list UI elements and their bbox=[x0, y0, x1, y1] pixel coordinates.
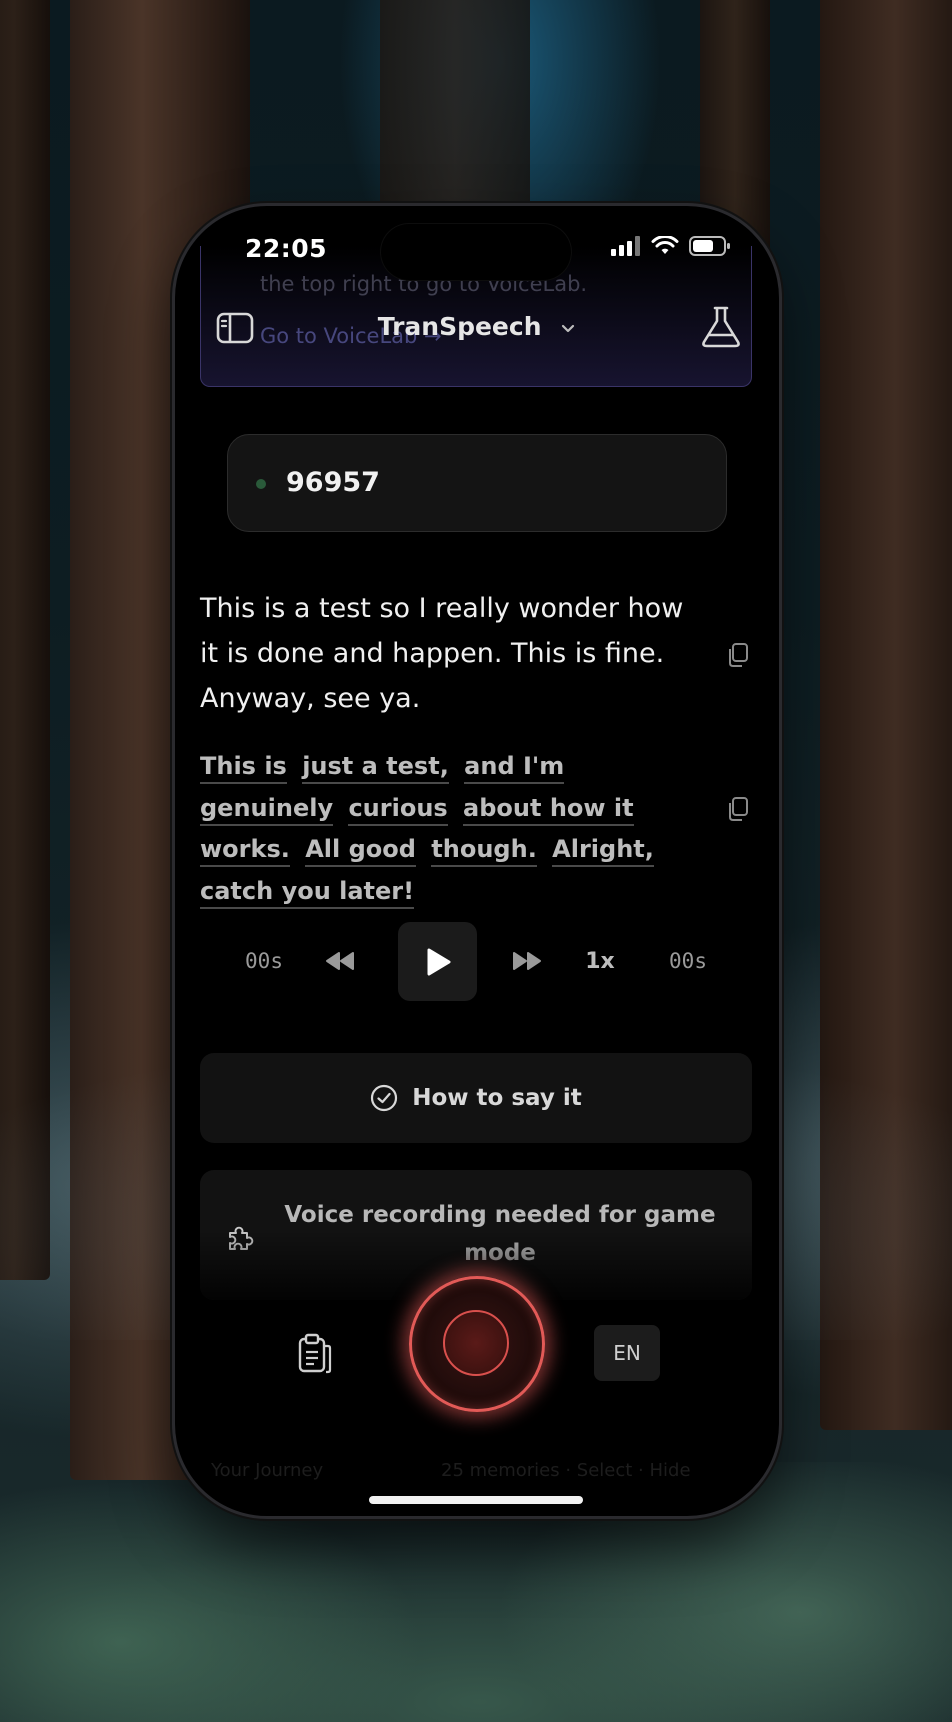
how-to-say-label: How to say it bbox=[412, 1085, 582, 1111]
translation-phrase[interactable]: just a test, bbox=[302, 752, 449, 784]
top-navigation: TranSpeech bbox=[175, 296, 779, 368]
app-title-dropdown[interactable]: TranSpeech bbox=[175, 312, 779, 341]
language-selector[interactable]: EN bbox=[594, 1325, 660, 1381]
how-to-say-button[interactable]: How to say it bbox=[200, 1053, 752, 1143]
copy-icon[interactable] bbox=[727, 796, 749, 822]
flask-icon[interactable] bbox=[699, 304, 743, 350]
translation-phrase[interactable]: This is bbox=[200, 752, 287, 784]
chevron-down-icon bbox=[562, 324, 575, 333]
playback-speed-button[interactable]: 1x bbox=[575, 921, 625, 1001]
translated-transcript: This is just a test, and I'm genuinely c… bbox=[200, 746, 670, 912]
rewind-button[interactable] bbox=[320, 921, 360, 1001]
rewind-icon bbox=[326, 952, 354, 970]
elapsed-time: 00s bbox=[245, 949, 283, 973]
status-icons bbox=[611, 236, 731, 256]
translation-phrase[interactable]: Alright, bbox=[552, 835, 654, 867]
translation-phrase[interactable]: genuinely bbox=[200, 793, 334, 826]
session-card[interactable]: 96957 bbox=[227, 434, 727, 532]
home-indicator[interactable] bbox=[369, 1496, 583, 1504]
translation-phrase[interactable]: though. bbox=[431, 835, 537, 867]
phone-frame: 22:05 the top right to go to VoiceLab. G… bbox=[175, 206, 779, 1516]
journey-label: Your Journey bbox=[211, 1460, 324, 1481]
play-icon bbox=[427, 948, 450, 975]
status-dot bbox=[256, 479, 266, 489]
dynamic-island bbox=[381, 224, 571, 280]
translation-phrase[interactable]: All good bbox=[305, 835, 416, 867]
play-button[interactable] bbox=[398, 922, 477, 1001]
translation-phrase[interactable]: catch you later! bbox=[200, 876, 415, 909]
original-transcript: This is a test so I really wonder how it… bbox=[200, 593, 684, 714]
record-inner-circle bbox=[443, 1310, 509, 1376]
battery-icon bbox=[689, 236, 730, 256]
session-id: 96957 bbox=[286, 467, 380, 498]
cellular-signal-icon bbox=[611, 236, 640, 256]
status-time: 22:05 bbox=[245, 234, 328, 263]
check-circle-icon bbox=[371, 1084, 398, 1112]
fast-forward-icon bbox=[513, 952, 541, 970]
translation-phrase[interactable]: curious bbox=[348, 793, 448, 826]
duration-time: 00s bbox=[669, 949, 707, 973]
audio-player: 00s 1x 00s bbox=[175, 921, 779, 1001]
memories-label: 25 memories · Select · Hide bbox=[441, 1460, 691, 1481]
wifi-icon bbox=[651, 236, 679, 254]
fast-forward-button[interactable] bbox=[507, 921, 547, 1001]
app-title: TranSpeech bbox=[377, 312, 542, 341]
record-button[interactable] bbox=[409, 1276, 545, 1412]
copy-icon[interactable] bbox=[727, 642, 749, 668]
clipboard-icon[interactable] bbox=[295, 1332, 335, 1376]
translation-phrase[interactable]: and I'm bbox=[464, 752, 565, 784]
